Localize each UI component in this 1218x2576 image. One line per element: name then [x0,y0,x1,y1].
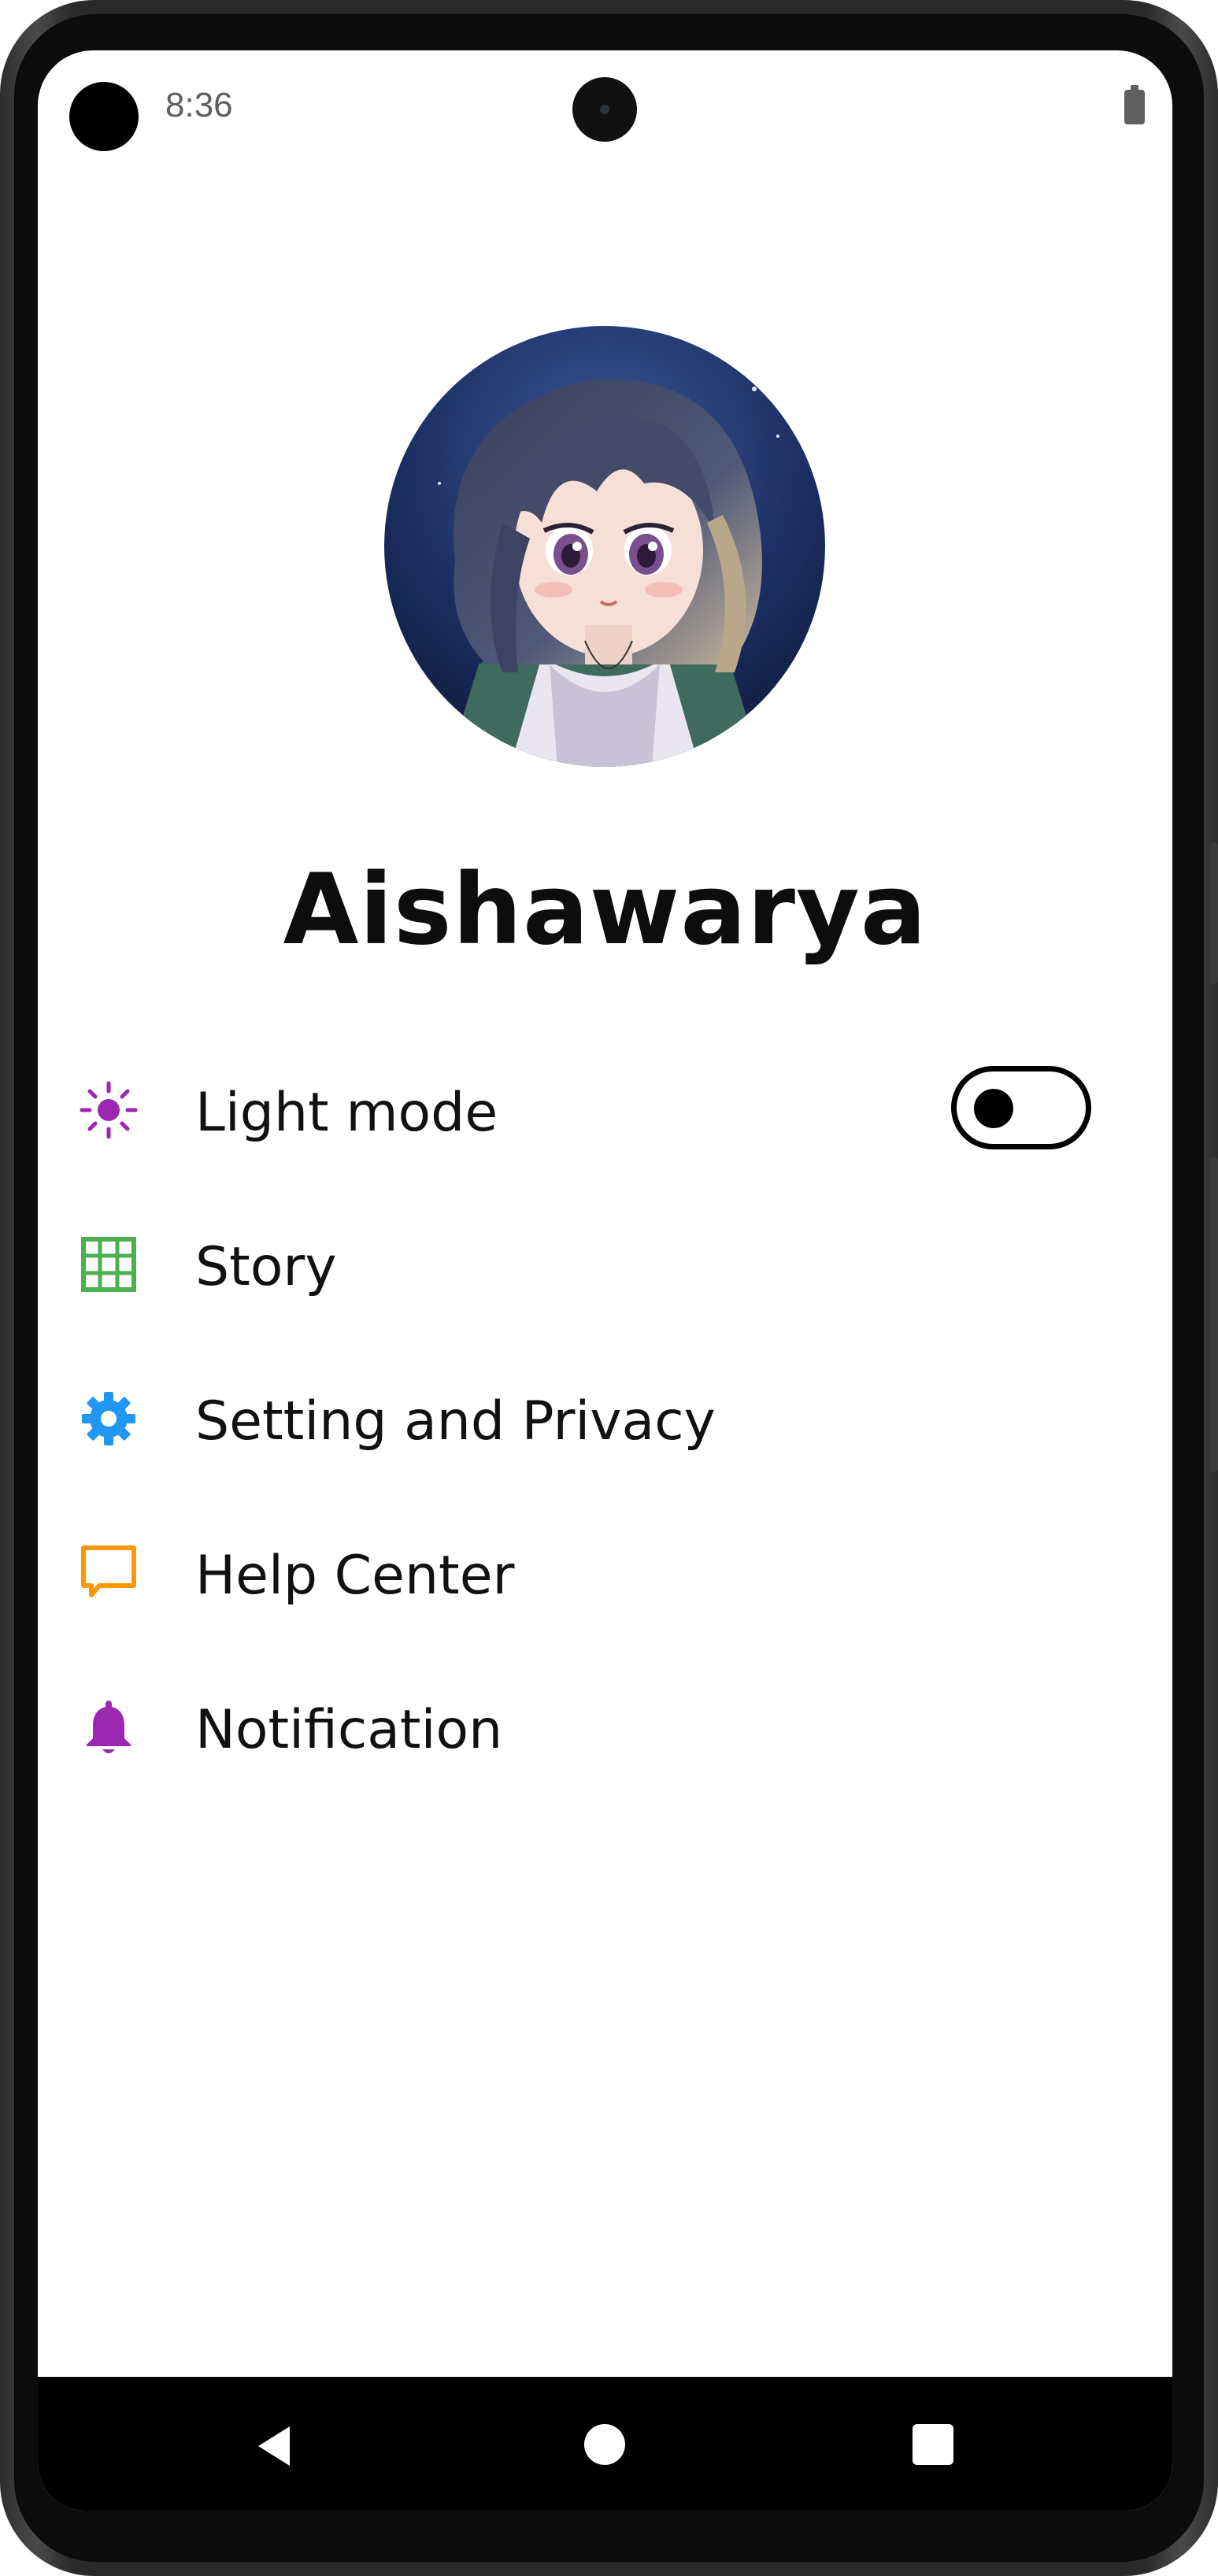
bell-icon [77,1696,140,1759]
avatar[interactable] [384,326,825,767]
toggle-knob [974,1089,1013,1128]
sun-icon [77,1079,140,1142]
screen: 8:36 Aishawarya Light mode Story Setting… [38,50,1172,2511]
front-camera [572,77,637,142]
status-bar: 8:36 [38,50,1172,168]
status-indicator-dot [69,82,139,151]
phone-frame: 8:36 Aishawarya Light mode Story Setting… [0,0,1218,2576]
status-time: 8:36 [165,86,233,124]
back-triangle-icon [258,2426,290,2466]
menu-item-notification[interactable]: Notification [38,1650,1172,1804]
menu-item-setting-and-privacy[interactable]: Setting and Privacy [38,1342,1172,1496]
home-button[interactable] [583,2422,627,2467]
menu-item-light-mode[interactable]: Light mode [38,1033,1172,1187]
menu-item-label: Notification [195,1699,503,1761]
recents-square-icon [913,2424,953,2465]
menu-item-help-center[interactable]: Help Center [38,1496,1172,1650]
power-button [1210,1157,1218,1472]
recents-button[interactable] [911,2422,955,2467]
chat-bubble-icon [77,1542,140,1604]
profile-name: Aishawarya [283,853,927,967]
menu-item-label: Help Center [195,1545,515,1607]
menu-item-story[interactable]: Story [38,1187,1172,1342]
battery-icon [1124,85,1145,124]
gear-icon [77,1387,140,1450]
menu-item-label: Light mode [195,1082,498,1144]
back-button[interactable] [250,2422,298,2470]
anime-girl-avatar-icon [384,326,825,767]
home-circle-icon [584,2424,625,2465]
menu-item-label: Setting and Privacy [195,1390,716,1453]
volume-button [1210,842,1218,984]
navigation-bar [38,2377,1172,2511]
grid-icon [77,1233,140,1296]
menu-item-label: Story [195,1236,337,1298]
light-mode-toggle[interactable] [951,1066,1091,1149]
